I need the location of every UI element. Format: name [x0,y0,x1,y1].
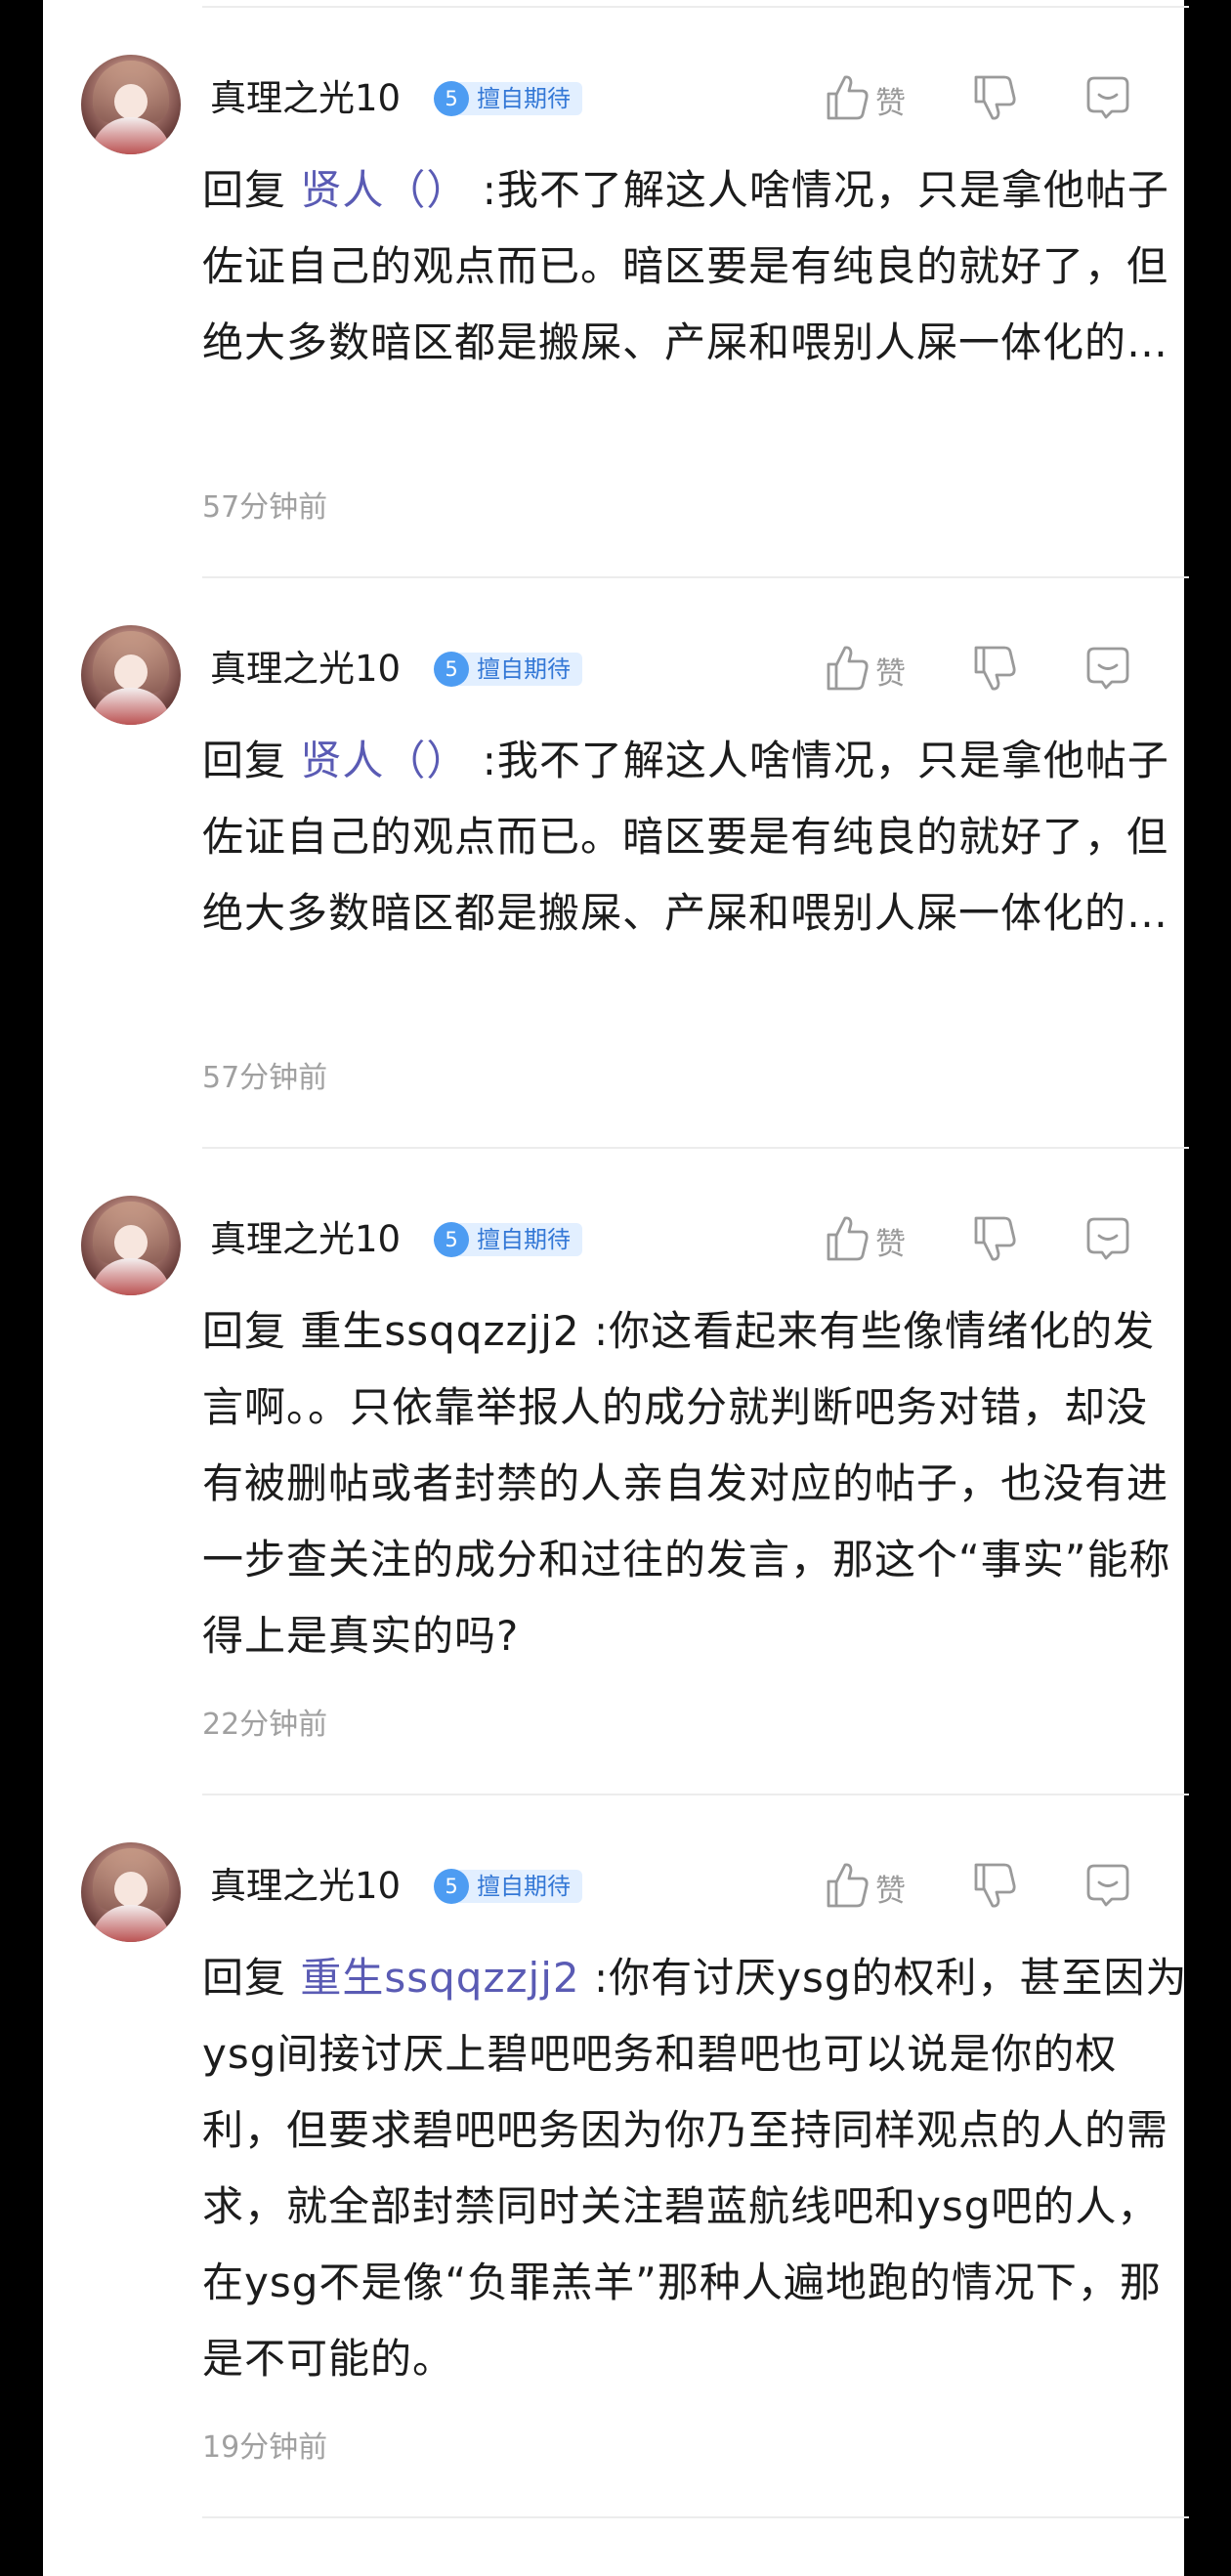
badge-level: 5 [434,81,469,116]
avatar[interactable] [81,1842,181,1942]
comment-text: 回复 贤人（） :我不了解这人啥情况，只是拿他帖子佐证自己的观点而已。暗区要是有… [202,152,1189,381]
like-button[interactable]: 赞 [825,1860,906,1915]
mention-link[interactable]: 重生ssqqzzjj2 [300,1954,579,2002]
badge-level: 5 [434,1869,469,1904]
badge-label: 擅自期待 [459,1223,582,1256]
comment-bubble-icon [1084,645,1131,696]
divider [202,6,1189,8]
comment-body: :你有讨厌ysg的权利，甚至因为ysg间接讨厌上碧吧吧务和碧吧也可以说是你的权利… [202,1954,1188,2383]
reply-prefix: 回复 [202,166,301,214]
badge-level: 5 [434,1222,469,1257]
reply-button[interactable] [1084,1860,1131,1915]
mention-link[interactable]: 贤人（） [300,166,468,214]
mention-link[interactable]: 重生ssqqzzjj2 [300,1307,579,1355]
comment-bubble-icon [1084,74,1131,125]
timestamp: 19分钟前 [202,2430,328,2465]
thumbs-down-icon [972,1214,1017,1267]
reply-button[interactable] [1084,72,1131,127]
level-badge: 5 擅自期待 [434,1222,582,1257]
thumbs-up-icon [825,644,870,697]
like-button[interactable]: 赞 [825,72,906,127]
avatar[interactable] [81,55,181,154]
like-label: 赞 [875,1873,906,1909]
dislike-button[interactable] [972,1860,1017,1915]
comment-list: 真理之光10 5 擅自期待 赞 回复 贤人（） :我不了解这人啥情况，只是拿他帖… [43,0,1189,2576]
badge-label: 擅自期待 [459,1870,582,1903]
mention-link[interactable]: 贤人（） [300,737,468,784]
username[interactable]: 真理之光10 [210,1215,401,1264]
thumbs-up-icon [825,1861,870,1914]
timestamp: 57分钟前 [202,1061,328,1095]
level-badge: 5 擅自期待 [434,1869,582,1904]
comment-text: 回复 贤人（） :我不了解这人啥情况，只是拿他帖子佐证自己的观点而已。暗区要是有… [202,723,1189,951]
reply-prefix: 回复 [202,737,301,784]
username[interactable]: 真理之光10 [210,645,401,694]
comment-text: 回复 重生ssqqzzjj2 :你这看起来有些像情绪化的发言啊。。只依靠举报人的… [202,1293,1189,1674]
dislike-button[interactable] [972,1213,1017,1268]
timestamp: 57分钟前 [202,490,328,525]
divider [202,1147,1189,1149]
like-label: 赞 [875,85,906,121]
timestamp: 22分钟前 [202,1708,328,1742]
avatar[interactable] [81,1196,181,1295]
level-badge: 5 擅自期待 [434,652,582,687]
reply-prefix: 回复 [202,1307,301,1355]
like-label: 赞 [875,655,906,692]
avatar[interactable] [81,625,181,725]
comment-text: 回复 重生ssqqzzjj2 :你有讨厌ysg的权利，甚至因为ysg间接讨厌上碧… [202,1940,1189,2397]
level-badge: 5 擅自期待 [434,81,582,116]
thumbs-up-icon [825,73,870,126]
username[interactable]: 真理之光10 [210,1862,401,1911]
comment-body: :你这看起来有些像情绪化的发言啊。。只依靠举报人的成分就判断吧务对错，却没有被删… [202,1307,1171,1660]
like-label: 赞 [875,1226,906,1262]
like-button[interactable]: 赞 [825,1213,906,1268]
like-button[interactable]: 赞 [825,643,906,697]
username[interactable]: 真理之光10 [210,74,401,123]
thumbs-up-icon [825,1214,870,1267]
dislike-button[interactable] [972,72,1017,127]
thumbs-down-icon [972,644,1017,697]
reply-button[interactable] [1084,643,1131,697]
comment-bubble-icon [1084,1862,1131,1913]
dislike-button[interactable] [972,643,1017,697]
badge-level: 5 [434,652,469,687]
comment-bubble-icon [1084,1215,1131,1266]
thumbs-down-icon [972,73,1017,126]
reply-button[interactable] [1084,1213,1131,1268]
badge-label: 擅自期待 [459,653,582,686]
badge-label: 擅自期待 [459,82,582,115]
divider [202,1794,1189,1795]
divider [202,576,1189,578]
reply-prefix: 回复 [202,1954,301,2002]
divider [202,2516,1189,2518]
thumbs-down-icon [972,1861,1017,1914]
